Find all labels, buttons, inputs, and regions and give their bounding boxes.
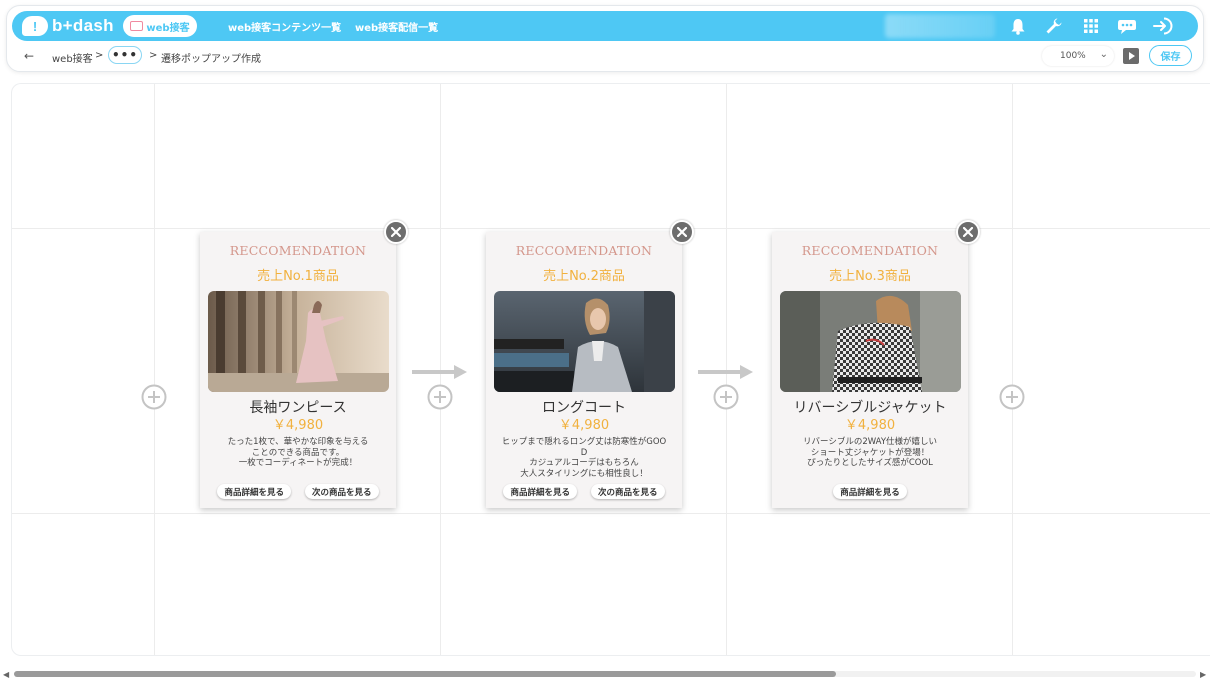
- logo-mark: !: [22, 16, 48, 36]
- next-product-button[interactable]: 次の商品を見る: [305, 484, 379, 499]
- bell-icon[interactable]: [1006, 14, 1030, 38]
- view-detail-button[interactable]: 商品詳細を見る: [503, 484, 577, 499]
- view-detail-button[interactable]: 商品詳細を見る: [833, 484, 907, 499]
- grid-line: [12, 228, 1210, 229]
- save-button[interactable]: 保存: [1149, 45, 1192, 66]
- product-image: [208, 291, 389, 392]
- product-image: [780, 291, 961, 392]
- product-description: たった1枚で、華やかな印象を与える ことのできる商品です。 一枚でコーディネート…: [227, 437, 369, 468]
- card-heading: RECCOMENDATION: [801, 243, 939, 258]
- product-price: ￥4,980: [844, 418, 896, 433]
- app-logo[interactable]: ! b+dash: [22, 13, 114, 39]
- product-image: [494, 291, 675, 392]
- nav-tab-web-sekkyaku[interactable]: web接客: [123, 15, 197, 37]
- card-buttons: 商品詳細を見る 次の商品を見る: [200, 484, 396, 499]
- breadcrumb-ellipsis-button[interactable]: •••: [108, 46, 142, 64]
- grid-icon[interactable]: [1079, 14, 1103, 38]
- add-step-plus-icon[interactable]: [141, 384, 167, 410]
- next-product-button[interactable]: 次の商品を見る: [591, 484, 665, 499]
- close-icon[interactable]: [670, 220, 694, 244]
- card-heading: RECCOMENDATION: [229, 243, 367, 258]
- grid-line: [154, 84, 155, 655]
- grid-line: [12, 513, 1210, 514]
- user-account-info[interactable]: [885, 14, 995, 38]
- card-heading: RECCOMENDATION: [515, 243, 653, 258]
- chat-icon[interactable]: [1115, 14, 1139, 38]
- add-step-plus-icon[interactable]: [999, 384, 1025, 410]
- logo-text: b+dash: [52, 16, 114, 35]
- popup-card[interactable]: RECCOMENDATION 売上No.1商品 長袖ワンピース ￥4,980 た…: [200, 232, 396, 508]
- card-buttons: 商品詳細を見る: [772, 484, 968, 499]
- product-price: ￥4,980: [272, 418, 324, 433]
- sub-toolbar: ← web接客 > ••• > 遷移ポップアップ作成 100% ⌄ 保存: [12, 44, 1198, 68]
- zoom-select[interactable]: 100% ⌄: [1042, 46, 1114, 66]
- scroll-left-arrow-icon[interactable]: ◀: [3, 670, 9, 679]
- nav-tab-label: web接客: [146, 22, 190, 34]
- breadcrumb-current: 遷移ポップアップ作成: [161, 54, 261, 65]
- web-page-icon: [130, 21, 144, 31]
- view-detail-button[interactable]: 商品詳細を見る: [217, 484, 291, 499]
- play-icon: [1129, 52, 1135, 60]
- card-rank: 売上No.2商品: [543, 269, 625, 284]
- product-price: ￥4,980: [558, 418, 610, 433]
- logout-icon[interactable]: [1151, 14, 1175, 38]
- nav-link-contents[interactable]: web接客コンテンツ一覧: [228, 19, 341, 34]
- flow-arrow-icon: [697, 363, 755, 385]
- card-rank: 売上No.1商品: [257, 269, 339, 284]
- breadcrumb-separator: >: [95, 50, 104, 61]
- add-step-plus-icon[interactable]: [713, 384, 739, 410]
- product-description: ヒップまで隠れるロング丈は防寒性がGOO D カジュアルコーデはもちろん 大人ス…: [501, 437, 667, 479]
- nav-link-delivery[interactable]: web接客配信一覧: [355, 19, 438, 34]
- close-icon[interactable]: [956, 220, 980, 244]
- product-description: リバーシブルの2WAY仕様が嬉しい ショート丈ジャケットが登場！ ぴったりとした…: [802, 437, 938, 468]
- breadcrumb-separator: >: [149, 50, 158, 61]
- grid-line: [1012, 84, 1013, 655]
- popup-card[interactable]: RECCOMENDATION 売上No.2商品 ロングコート ￥4,980 ヒッ…: [486, 232, 682, 508]
- top-nav-bar: ! b+dash web接客 web接客コンテンツ一覧 web接客配信一覧: [12, 11, 1198, 41]
- card-rank: 売上No.3商品: [829, 269, 911, 284]
- preview-play-button[interactable]: [1123, 48, 1139, 64]
- wrench-icon[interactable]: [1042, 14, 1066, 38]
- zoom-value: 100%: [1060, 51, 1086, 61]
- flow-canvas[interactable]: RECCOMENDATION 売上No.1商品 長袖ワンピース ￥4,980 た…: [11, 83, 1210, 656]
- horizontal-scrollbar-thumb[interactable]: [14, 671, 836, 677]
- flow-arrow-icon: [411, 363, 469, 385]
- card-buttons: 商品詳細を見る 次の商品を見る: [486, 484, 682, 499]
- scroll-right-arrow-icon[interactable]: ▶: [1200, 670, 1206, 679]
- breadcrumb-web-sekkyaku[interactable]: web接客: [52, 50, 93, 65]
- chevron-down-icon: ⌄: [1099, 49, 1108, 60]
- add-step-plus-icon[interactable]: [427, 384, 453, 410]
- close-icon[interactable]: [384, 220, 408, 244]
- popup-card[interactable]: RECCOMENDATION 売上No.3商品 リバーシブルジャケット ￥4,9…: [772, 232, 968, 508]
- back-arrow-icon[interactable]: ←: [24, 49, 34, 63]
